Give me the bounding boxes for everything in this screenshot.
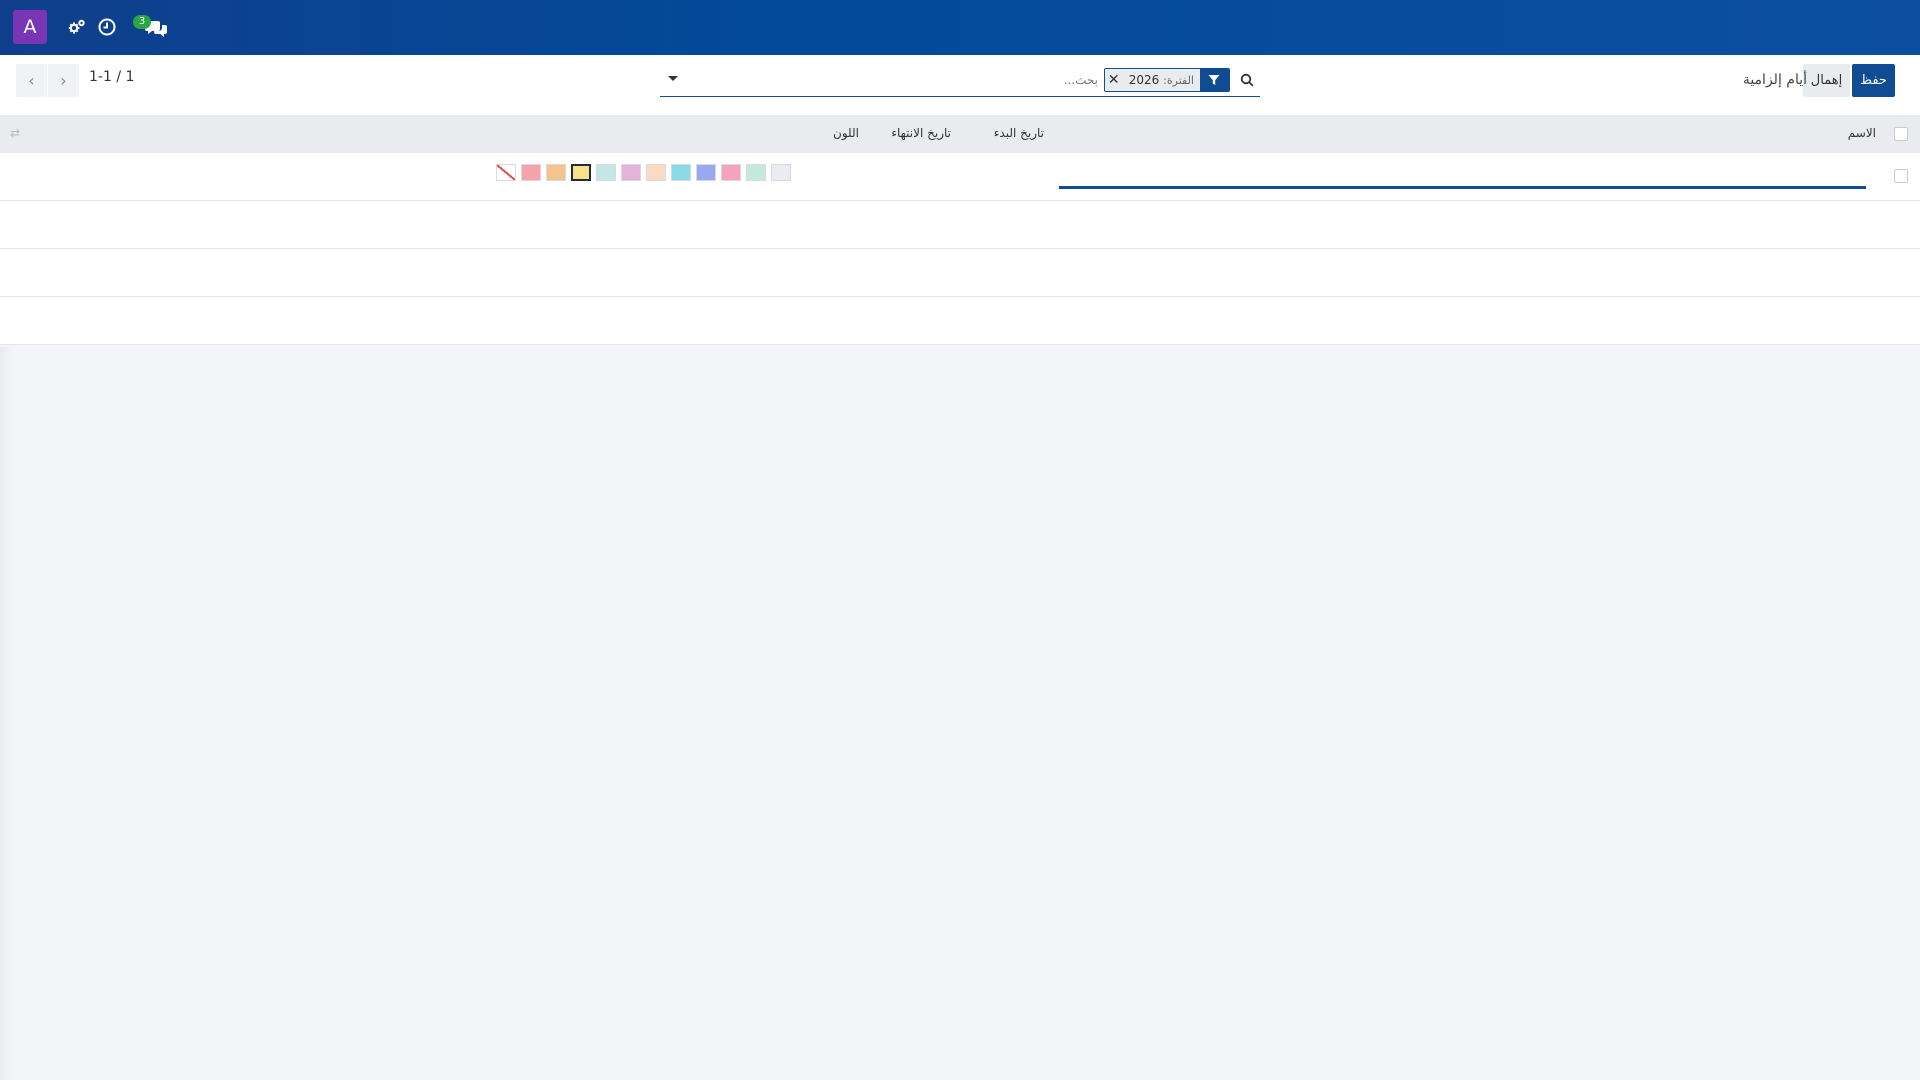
page-title: أيام إلزامية	[1742, 72, 1807, 88]
table-row[interactable]	[0, 153, 1920, 201]
navbar: A 3	[0, 0, 1920, 55]
facet-value: الفترة: 2026	[1122, 69, 1200, 91]
color-swatch[interactable]	[571, 164, 591, 181]
discard-button[interactable]: إهمال	[1803, 64, 1850, 97]
color-swatch[interactable]	[646, 164, 666, 181]
save-button[interactable]: حفظ	[1852, 64, 1895, 97]
color-swatch[interactable]	[721, 164, 741, 181]
left-shade	[0, 347, 14, 1080]
settings-icon[interactable]	[66, 16, 88, 38]
name-input[interactable]	[1059, 186, 1866, 189]
column-header-end-date[interactable]: تاريخ الانتهاء	[891, 126, 951, 140]
color-swatch[interactable]	[746, 164, 766, 181]
search-input[interactable]	[846, 68, 1100, 92]
optional-columns-toggle-icon[interactable]: ⇄	[10, 126, 20, 140]
activity-clock-icon[interactable]	[96, 16, 118, 38]
search-facet: الفترة: 2026 ✕	[1103, 68, 1230, 92]
control-panel: حفظ إهمال أيام إلزامية الفترة: 2026 ✕ 1-…	[0, 55, 1920, 116]
search-options-chevron-down-icon[interactable]	[668, 76, 678, 81]
pager-next-button[interactable]: ›	[48, 64, 79, 97]
column-header-start-date[interactable]: تاريخ البدء	[994, 126, 1044, 140]
column-header-color[interactable]: اللون	[833, 126, 859, 140]
user-avatar[interactable]: A	[13, 10, 47, 44]
search-icon[interactable]	[1234, 67, 1260, 93]
color-swatch[interactable]	[596, 164, 616, 181]
table-row	[0, 249, 1920, 297]
table-row	[0, 297, 1920, 345]
color-swatch[interactable]	[671, 164, 691, 181]
message-count-badge: 3	[133, 15, 151, 29]
facet-close-icon[interactable]: ✕	[1104, 69, 1123, 91]
pager-previous-button[interactable]: ‹	[16, 64, 47, 97]
swatch-none[interactable]	[496, 164, 516, 181]
table-row	[0, 201, 1920, 249]
color-swatch[interactable]	[771, 164, 791, 181]
row-checkbox[interactable]	[1894, 169, 1908, 183]
facet-label: الفترة:	[1163, 74, 1194, 87]
pager-value[interactable]: 1-1 / 1	[89, 69, 134, 85]
color-picker	[496, 164, 791, 181]
color-swatch[interactable]	[546, 164, 566, 181]
color-swatch[interactable]	[696, 164, 716, 181]
color-swatch[interactable]	[521, 164, 541, 181]
search-bar: الفترة: 2026 ✕	[660, 65, 1260, 97]
color-swatch[interactable]	[621, 164, 641, 181]
select-all-checkbox[interactable]	[1894, 127, 1908, 141]
column-header-name[interactable]: الاسم	[1848, 126, 1876, 140]
facet-year: 2026	[1128, 73, 1160, 87]
filter-icon	[1200, 69, 1229, 91]
list-header: الاسم تاريخ البدء تاريخ الانتهاء اللون ⇄	[0, 115, 1920, 154]
